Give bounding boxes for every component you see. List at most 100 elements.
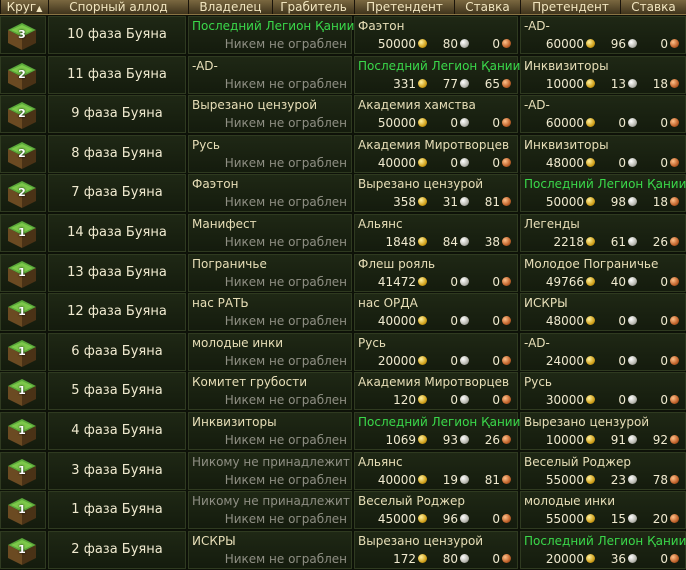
claimant-2-guild[interactable]: ИСКРЫ: [524, 296, 568, 310]
claimant-1-guild[interactable]: Фаэтон: [358, 19, 404, 33]
table-row[interactable]: 1 6 фаза Буяна молодые инки Никем не огр…: [0, 333, 686, 371]
owner-guild[interactable]: молодые инки: [192, 336, 283, 350]
allod-name-cell: 12 фаза Буяна: [48, 293, 186, 331]
copper-amount: 65: [485, 77, 511, 91]
table-row[interactable]: 2 9 фаза Буяна Вырезано цензурой Никем н…: [0, 95, 686, 133]
owner-guild[interactable]: Последний Легион Қании: [192, 19, 354, 33]
gold-amount: 1848: [385, 235, 427, 249]
round-number: 1: [18, 345, 26, 358]
claimant-1-guild[interactable]: Академия Миротворцев: [358, 375, 509, 389]
claimant-1-guild[interactable]: Веселый Роджер: [358, 494, 465, 508]
claimant-2-guild[interactable]: молодые инки: [524, 494, 615, 508]
claimant-2-cell: Вырезано цензурой 10000 91 92: [520, 412, 686, 450]
gold-amount: 10000: [546, 77, 595, 91]
claimant-1-guild[interactable]: Последний Легион Қании: [358, 415, 520, 429]
copper-amount: 0: [492, 552, 511, 566]
claimant-2-bid: 48000 0 0: [521, 156, 683, 172]
round-cell: 1: [0, 333, 46, 371]
robber-status: Никем не ограблен: [224, 433, 347, 447]
table-row[interactable]: 3 10 фаза Буяна Последний Легион Қании Н…: [0, 16, 686, 54]
table-row[interactable]: 1 4 фаза Буяна Инквизиторы Никем не огра…: [0, 412, 686, 450]
allod-name: 10 фаза Буяна: [67, 27, 167, 42]
column-header-robber[interactable]: Грабитель: [272, 0, 354, 14]
owner-guild[interactable]: Комитет грубости: [192, 375, 307, 389]
claimant-1-guild[interactable]: Академия хамства: [358, 98, 476, 112]
claimant-1-guild[interactable]: Вырезано цензурой: [358, 177, 483, 191]
claimant-2-guild[interactable]: Вырезано цензурой: [524, 415, 649, 429]
owner-guild[interactable]: Вырезано цензурой: [192, 98, 317, 112]
owner-guild[interactable]: Фаэтон: [192, 177, 238, 191]
owner-guild[interactable]: -AD-: [192, 59, 218, 73]
claimant-2-guild[interactable]: -AD-: [524, 336, 550, 350]
table-row[interactable]: 2 7 фаза Буяна Фаэтон Никем не ограблен …: [0, 174, 686, 212]
gold-amount: 50000: [378, 116, 427, 130]
copper-coin-icon: [502, 79, 511, 88]
robber-status: Никем не ограблен: [224, 314, 347, 328]
column-header-round[interactable]: Круг▲: [0, 0, 48, 14]
claimant-1-guild[interactable]: Вырезано цензурой: [358, 534, 483, 548]
allod-name-cell: 14 фаза Буяна: [48, 214, 186, 252]
round-number: 1: [18, 543, 26, 556]
claimant-2-guild[interactable]: Последний Легион Қании: [524, 177, 686, 191]
robber-status: Никем не ограблен: [224, 37, 347, 51]
column-header-bid-1[interactable]: Ставка: [454, 0, 520, 14]
owner-guild[interactable]: нас РАТЬ: [192, 296, 249, 310]
table-row[interactable]: 1 5 фаза Буяна Комитет грубости Никем не…: [0, 372, 686, 410]
column-header-bid-2[interactable]: Ставка: [620, 0, 686, 14]
owner-guild[interactable]: Инквизиторы: [192, 415, 277, 429]
claimant-2-guild[interactable]: -AD-: [524, 98, 550, 112]
table-row[interactable]: 1 14 фаза Буяна Манифест Никем не ограбл…: [0, 214, 686, 252]
claimant-1-guild[interactable]: Русь: [358, 336, 386, 350]
table-row[interactable]: 1 3 фаза Буяна Никому не принадлежит Ник…: [0, 452, 686, 490]
round-cell: 3: [0, 16, 46, 54]
claimant-2-guild[interactable]: Инквизиторы: [524, 138, 609, 152]
table-row[interactable]: 1 1 фаза Буяна Никому не принадлежит Ник…: [0, 491, 686, 529]
column-header-allod[interactable]: Спорный аллод: [48, 0, 188, 14]
table-row[interactable]: 1 2 фаза Буяна ИСКРЫ Никем не ограблен В…: [0, 531, 686, 569]
claimant-2-guild[interactable]: Инквизиторы: [524, 59, 609, 73]
claimant-1-guild[interactable]: Альянс: [358, 217, 403, 231]
claimant-1-guild[interactable]: Альянс: [358, 455, 403, 469]
claimant-2-guild[interactable]: Легенды: [524, 217, 580, 231]
claimant-2-guild[interactable]: Последний Легион Қании: [524, 534, 686, 548]
table-row[interactable]: 1 12 фаза Буяна нас РАТЬ Никем не ограбл…: [0, 293, 686, 331]
copper-amount: 18: [653, 77, 679, 91]
gold-coin-icon: [586, 435, 595, 444]
claimant-2-guild[interactable]: Молодое Пограничье: [524, 257, 658, 271]
silver-coin-icon: [628, 435, 637, 444]
claimant-1-guild[interactable]: Академия Миротворцев: [358, 138, 509, 152]
gold-coin-icon: [418, 237, 427, 246]
owner-guild[interactable]: Никому не принадлежит: [192, 494, 350, 508]
table-row[interactable]: 2 11 фаза Буяна -AD- Никем не ограблен П…: [0, 56, 686, 94]
table-row[interactable]: 1 13 фаза Буяна Пограничье Никем не огра…: [0, 254, 686, 292]
claimant-1-guild[interactable]: Флеш рояль: [358, 257, 435, 271]
column-header-claimant-2[interactable]: Претендент: [520, 0, 620, 14]
gold-coin-icon: [586, 39, 595, 48]
column-header-owner[interactable]: Владелец: [188, 0, 272, 14]
round-cell: 1: [0, 412, 46, 450]
owner-cell: ИСКРЫ Никем не ограблен: [188, 531, 352, 569]
claimant-2-guild[interactable]: -AD-: [524, 19, 550, 33]
silver-amount: 19: [443, 473, 469, 487]
column-header-claimant-1[interactable]: Претендент: [354, 0, 454, 14]
claimant-1-cell: Русь 20000 0 0: [354, 333, 518, 371]
table-row[interactable]: 2 8 фаза Буяна Русь Никем не ограблен Ак…: [0, 135, 686, 173]
owner-guild[interactable]: ИСКРЫ: [192, 534, 236, 548]
silver-amount: 0: [618, 116, 637, 130]
owner-guild[interactable]: Русь: [192, 138, 220, 152]
copper-coin-icon: [502, 197, 511, 206]
claimant-1-guild[interactable]: нас ОРДА: [358, 296, 418, 310]
claimant-1-guild[interactable]: Последний Легион Қании: [358, 59, 520, 73]
claimant-2-bid: 49766 40 0: [521, 275, 683, 291]
silver-coin-icon: [628, 514, 637, 523]
claimant-2-guild[interactable]: Русь: [524, 375, 552, 389]
owner-guild[interactable]: Манифест: [192, 217, 257, 231]
silver-coin-icon: [460, 39, 469, 48]
gold-coin-icon: [418, 554, 427, 563]
owner-guild[interactable]: Никому не принадлежит: [192, 455, 350, 469]
gold-coin-icon: [586, 79, 595, 88]
claimant-2-guild[interactable]: Веселый Роджер: [524, 455, 631, 469]
silver-coin-icon: [460, 514, 469, 523]
owner-guild[interactable]: Пограничье: [192, 257, 267, 271]
copper-coin-icon: [670, 316, 679, 325]
